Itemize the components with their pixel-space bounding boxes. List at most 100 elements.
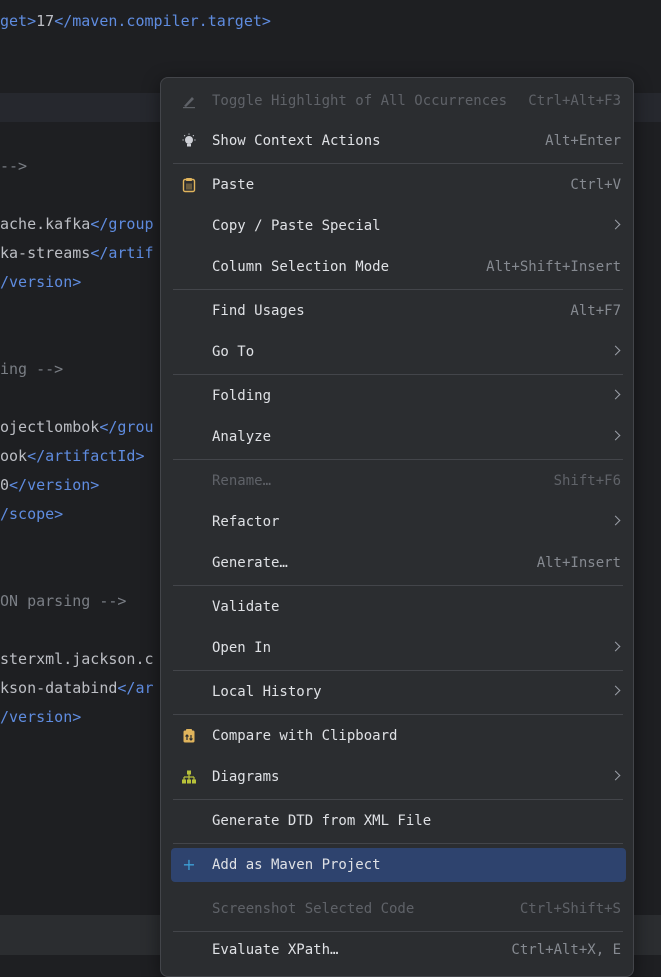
menu-item-label: Column Selection Mode [212,259,390,275]
code-token: ojectlombok [0,418,100,436]
code-token: </maven.compiler.target> [54,12,271,30]
menu-item-find-usages[interactable]: Find Usages Alt+F7 [171,294,626,328]
menu-item-copy-paste-special[interactable]: Copy / Paste Special [171,209,626,243]
menu-item-open-in[interactable]: Open In [171,631,626,665]
menu-item-label: Go To [212,344,255,360]
code-line: /scope> [0,504,63,524]
menu-item-label: Diagrams [212,769,280,785]
menu-item-shortcut: Ctrl+Alt+X, E [511,942,621,958]
menu-item-folding[interactable]: Folding [171,379,626,413]
menu-item-generate[interactable]: Generate… Alt+Insert [171,546,626,580]
code-line: ook</artifactId> [0,446,145,466]
menu-separator [173,714,623,715]
menu-item-label: Open In [212,640,272,656]
menu-item-validate[interactable]: Validate [171,590,626,624]
code-token: </version> [9,476,100,494]
code-token: 0 [0,476,10,494]
menu-item-label: Add as Maven Project [212,857,381,873]
menu-item-label: Find Usages [212,303,305,319]
code-token: </ar [117,679,154,697]
clipboard-icon [181,177,197,193]
menu-item-refactor[interactable]: Refactor [171,505,626,539]
chevron-right-icon [610,219,621,230]
menu-item-label: Paste [212,177,255,193]
code-line: ojectlombok</grou [0,417,154,437]
menu-item-shortcut: Ctrl+Alt+F3 [528,93,621,109]
menu-item-shortcut: Ctrl+V [570,177,621,193]
menu-item-diagrams[interactable]: Diagrams [171,760,626,794]
menu-item-show-context-actions[interactable]: Show Context Actions Alt+Enter [171,124,626,158]
code-line: /version> [0,272,81,292]
code-line: get>17</maven.compiler.target> [0,11,271,31]
menu-separator [173,585,623,586]
menu-separator [173,799,623,800]
menu-item-go-to[interactable]: Go To [171,335,626,369]
code-token: ache.kafka [0,215,91,233]
plus-icon: + [182,855,196,874]
menu-item-screenshot-selected-code: Screenshot Selected Code Ctrl+Shift+S [171,892,626,926]
menu-item-label: Evaluate XPath… [212,942,339,958]
chevron-right-icon [610,345,621,356]
menu-item-label: Generate DTD from XML File [212,813,432,829]
menu-separator [173,931,623,932]
menu-item-rename: Rename… Shift+F6 [171,464,626,498]
highlighter-icon [181,93,197,109]
chevron-right-icon [610,430,621,441]
code-token: get> [0,12,37,30]
code-line: --> [0,156,27,176]
menu-item-label: Refactor [212,514,280,530]
menu-item-shortcut: Alt+Insert [536,555,621,571]
code-token: </group [90,215,154,233]
code-line: kson-databind</ar [0,678,154,698]
menu-item-add-as-maven-project[interactable]: + Add as Maven Project [171,848,626,882]
code-token: /version> [0,273,82,291]
code-token: --> [0,157,28,175]
code-line: ka-streams</artif [0,243,154,263]
code-token: </artif [90,244,154,262]
chevron-right-icon [610,641,621,652]
code-token: </artifactId> [27,447,145,465]
menu-item-shortcut: Alt+Enter [545,133,621,149]
chevron-right-icon [610,515,621,526]
code-line: 0</version> [0,475,99,495]
menu-item-label: Copy / Paste Special [212,218,381,234]
code-token: ON parsing --> [0,592,127,610]
menu-item-label: Validate [212,599,280,615]
code-line: ON parsing --> [0,591,126,611]
menu-item-compare-with-clipboard[interactable]: Compare with Clipboard [171,719,626,753]
code-line: /version> [0,707,81,727]
chevron-right-icon [610,389,621,400]
menu-item-label: Toggle Highlight of All Occurrences [212,93,508,109]
diagram-icon [181,769,197,785]
code-line: ache.kafka</group [0,214,154,234]
code-token: ing --> [0,360,64,378]
menu-item-label: Folding [212,388,272,404]
menu-separator [173,289,623,290]
lightbulb-icon [181,133,197,149]
menu-separator [173,843,623,844]
menu-item-paste[interactable]: Paste Ctrl+V [171,168,626,202]
code-token: </grou [99,418,154,436]
code-token: kson-databind [0,679,118,697]
menu-item-label: Compare with Clipboard [212,728,398,744]
menu-item-analyze[interactable]: Analyze [171,420,626,454]
menu-item-generate-dtd-from-xml-file[interactable]: Generate DTD from XML File [171,804,626,838]
chevron-right-icon [610,685,621,696]
menu-item-evaluate-xpath[interactable]: Evaluate XPath… Ctrl+Alt+X, E [171,933,626,967]
menu-item-column-selection-mode[interactable]: Column Selection Mode Alt+Shift+Insert [171,250,626,284]
menu-separator [173,670,623,671]
menu-item-shortcut: Ctrl+Shift+S [519,901,621,917]
menu-item-local-history[interactable]: Local History [171,675,626,709]
code-token: ka-streams [0,244,91,262]
menu-item-shortcut: Alt+F7 [570,303,621,319]
code-token: ook [0,447,28,465]
menu-item-label: Analyze [212,429,272,445]
menu-item-toggle-highlight-of-all-occurrences: Toggle Highlight of All Occurrences Ctrl+… [171,84,626,118]
code-token: sterxml.jackson.c [0,650,154,668]
code-line: ing --> [0,359,63,379]
menu-item-shortcut: Alt+Shift+Insert [486,259,621,275]
menu-item-label: Rename… [212,473,272,489]
code-line: sterxml.jackson.c [0,649,154,669]
menu-item-label: Show Context Actions [212,133,381,149]
menu-item-label: Generate… [212,555,288,571]
